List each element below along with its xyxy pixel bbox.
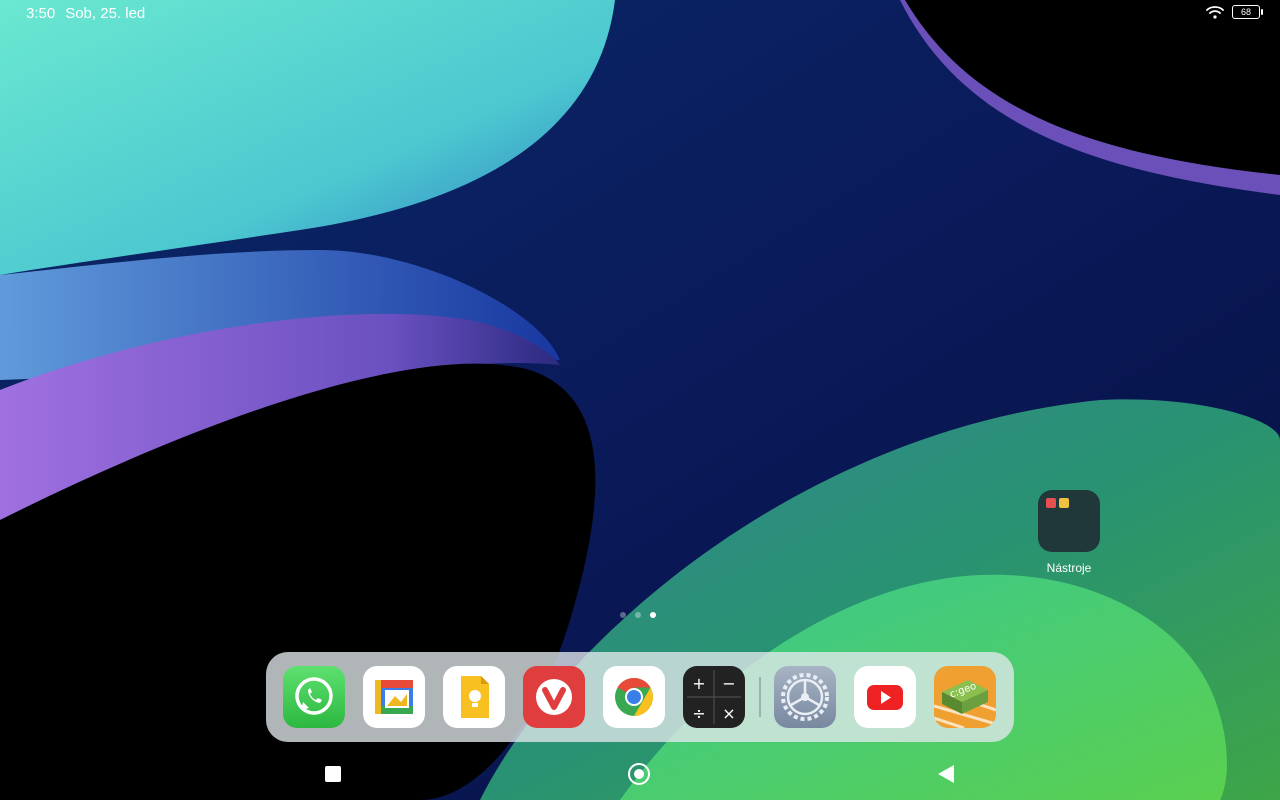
- youtube-icon[interactable]: [854, 666, 916, 728]
- home-circle-inner: [634, 769, 644, 779]
- battery-indicator: 68: [1232, 5, 1263, 19]
- wifi-icon: [1206, 6, 1224, 19]
- folder-label: Nástroje: [1046, 561, 1092, 575]
- page-dot: [635, 612, 641, 618]
- recents-square-icon[interactable]: [325, 766, 341, 782]
- keep-icon[interactable]: [443, 666, 505, 728]
- settings-icon[interactable]: [774, 666, 836, 728]
- page-dot-active: [650, 612, 656, 618]
- folder-nastroje[interactable]: Nástroje: [1036, 490, 1102, 575]
- page-dot: [620, 612, 626, 618]
- svg-text:÷: ÷: [692, 704, 705, 723]
- page-indicator: [620, 612, 656, 618]
- cgeo-icon[interactable]: c:geo: [934, 666, 996, 728]
- app-icon-red: [1046, 498, 1056, 508]
- svg-text:−: −: [722, 674, 735, 693]
- dock: + − ÷ × c:geo: [266, 652, 1014, 742]
- svg-text:+: +: [692, 674, 705, 693]
- gallery-icon[interactable]: [363, 666, 425, 728]
- date: Sob, 25. led: [65, 5, 146, 22]
- calculator-icon[interactable]: + − ÷ ×: [683, 666, 745, 728]
- back-triangle-icon[interactable]: [938, 765, 954, 783]
- home-circle-icon[interactable]: [628, 763, 650, 785]
- navigation-bar: [0, 755, 1280, 795]
- vivaldi-icon[interactable]: [523, 666, 585, 728]
- folder-icon[interactable]: [1038, 490, 1100, 552]
- chrome-icon[interactable]: [603, 666, 665, 728]
- app-icon-yellow: [1059, 498, 1069, 508]
- whatsapp-icon[interactable]: [283, 666, 345, 728]
- dock-divider: [759, 677, 761, 717]
- clock: 3:50: [26, 5, 56, 22]
- svg-text:×: ×: [722, 704, 735, 723]
- status-bar: 3:50 Sob, 25. led 68: [0, 0, 1280, 28]
